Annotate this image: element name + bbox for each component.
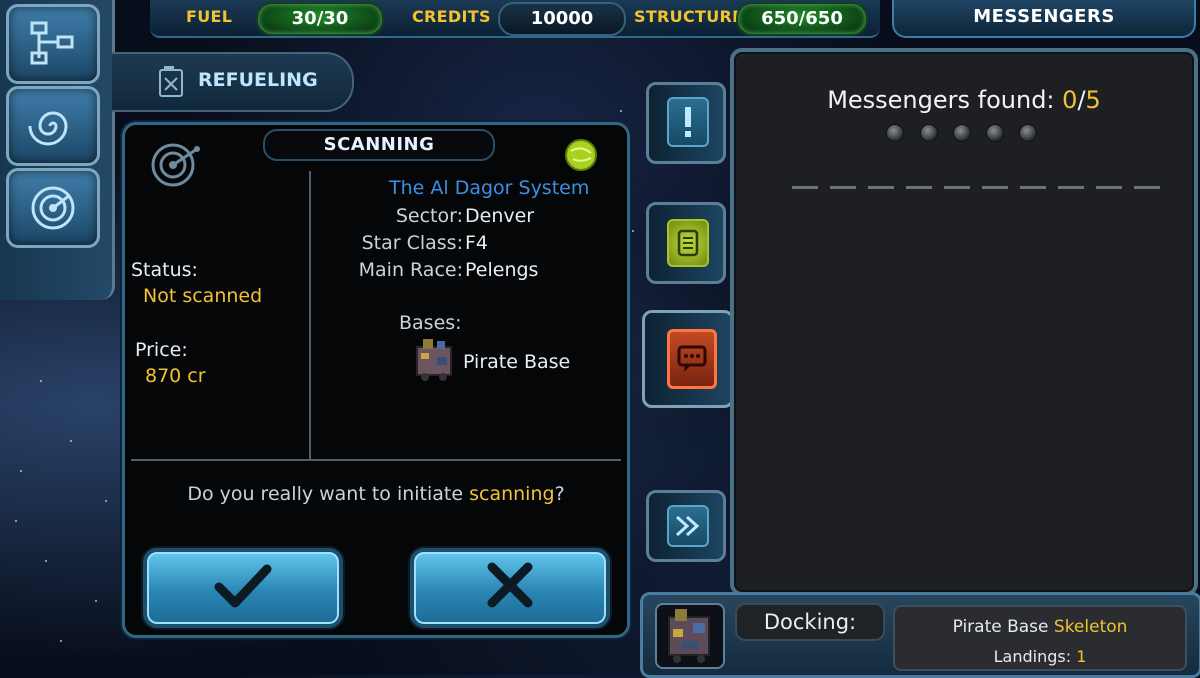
messenger-dot — [886, 124, 904, 142]
nav-button-galaxy[interactable] — [6, 86, 100, 166]
messengers-found-count: 0 — [1062, 86, 1078, 114]
nav-button-map[interactable] — [6, 4, 100, 84]
structure-label: STRUCTURE — [634, 7, 744, 26]
refueling-button[interactable]: REFUELING — [112, 52, 354, 112]
fast-forward-icon — [667, 505, 709, 547]
docking-base-prefix: Pirate Base — [952, 617, 1054, 637]
credits-label: CREDITS — [412, 7, 491, 26]
status-label: Status: — [131, 259, 198, 281]
status-bar: FUEL 30/30 CREDITS 10000 STRUCTURE 650/6… — [150, 0, 880, 38]
system-name: The Al Dagor System — [389, 177, 590, 199]
question-mark: ? — [554, 483, 565, 505]
base-name: Pirate Base — [463, 351, 571, 373]
messengers-separator: / — [1077, 86, 1086, 114]
tab-alerts[interactable] — [646, 82, 726, 164]
bases-label: Bases: — [399, 312, 462, 334]
fuel-label: FUEL — [186, 7, 233, 26]
fuel-value: 30/30 — [256, 2, 384, 36]
price-label: Price: — [135, 339, 188, 361]
messengers-found: Messengers found: 0/5 — [734, 86, 1194, 114]
chat-icon — [667, 329, 717, 389]
messenger-dot — [953, 124, 971, 142]
docking-label: Docking: — [735, 603, 885, 641]
sector-value: Denver — [465, 205, 535, 227]
docking-base-name: Skeleton — [1053, 617, 1128, 637]
sector-label: Sector: — [395, 205, 463, 227]
main-race-label: Main Race: — [358, 259, 463, 281]
price-value: 870 cr — [145, 365, 206, 387]
refueling-label: REFUELING — [198, 69, 318, 91]
left-nav-panel — [0, 0, 115, 300]
star-class-value: F4 — [465, 232, 489, 254]
nav-button-radar[interactable] — [6, 168, 100, 248]
skeleton-base-icon — [655, 603, 725, 669]
messenger-dot — [920, 124, 938, 142]
cancel-button[interactable] — [410, 548, 610, 628]
tab-messages[interactable] — [642, 310, 734, 408]
star-class-label: Star Class: — [361, 232, 463, 254]
question-highlight: scanning — [469, 483, 555, 505]
tab-forward[interactable] — [646, 490, 726, 562]
messenger-dot — [986, 124, 1004, 142]
messengers-tab[interactable]: MESSENGERS — [892, 0, 1196, 38]
messengers-total: 5 — [1085, 86, 1101, 114]
docking-bar: Docking: Pirate Base Skeleton Landings: … — [640, 592, 1200, 678]
status-value: Not scanned — [143, 285, 263, 307]
question-text: Do you really want to initiate — [187, 483, 470, 505]
alert-icon — [667, 97, 709, 147]
landings-value: 1 — [1076, 647, 1087, 666]
side-tab-column — [640, 44, 734, 592]
confirm-button[interactable] — [143, 548, 343, 628]
pirate-base-icon — [409, 335, 459, 389]
main-race-value: Pelengs — [465, 259, 539, 281]
docking-base: Pirate Base Skeleton — [895, 617, 1185, 637]
credits-value: 10000 — [498, 2, 626, 36]
messengers-found-label: Messengers found: — [827, 86, 1063, 114]
planet-status-icon — [563, 137, 599, 177]
horizontal-divider — [131, 459, 621, 461]
docking-info[interactable]: Pirate Base Skeleton Landings: 1 — [893, 605, 1187, 671]
docking-landings: Landings: 1 — [895, 647, 1185, 666]
confirm-question: Do you really want to initiate scanning? — [125, 483, 627, 505]
document-icon — [667, 219, 709, 267]
vertical-divider — [309, 171, 311, 461]
messenger-dot — [1019, 124, 1037, 142]
fuel-can-icon — [158, 66, 184, 102]
tab-notes[interactable] — [646, 202, 726, 284]
messengers-panel: Messengers found: 0/5 — [730, 48, 1198, 596]
dialog-title: SCANNING — [263, 129, 495, 161]
landings-label: Landings: — [993, 647, 1077, 666]
structure-value: 650/650 — [736, 2, 868, 36]
scanner-radar-icon — [147, 139, 203, 193]
